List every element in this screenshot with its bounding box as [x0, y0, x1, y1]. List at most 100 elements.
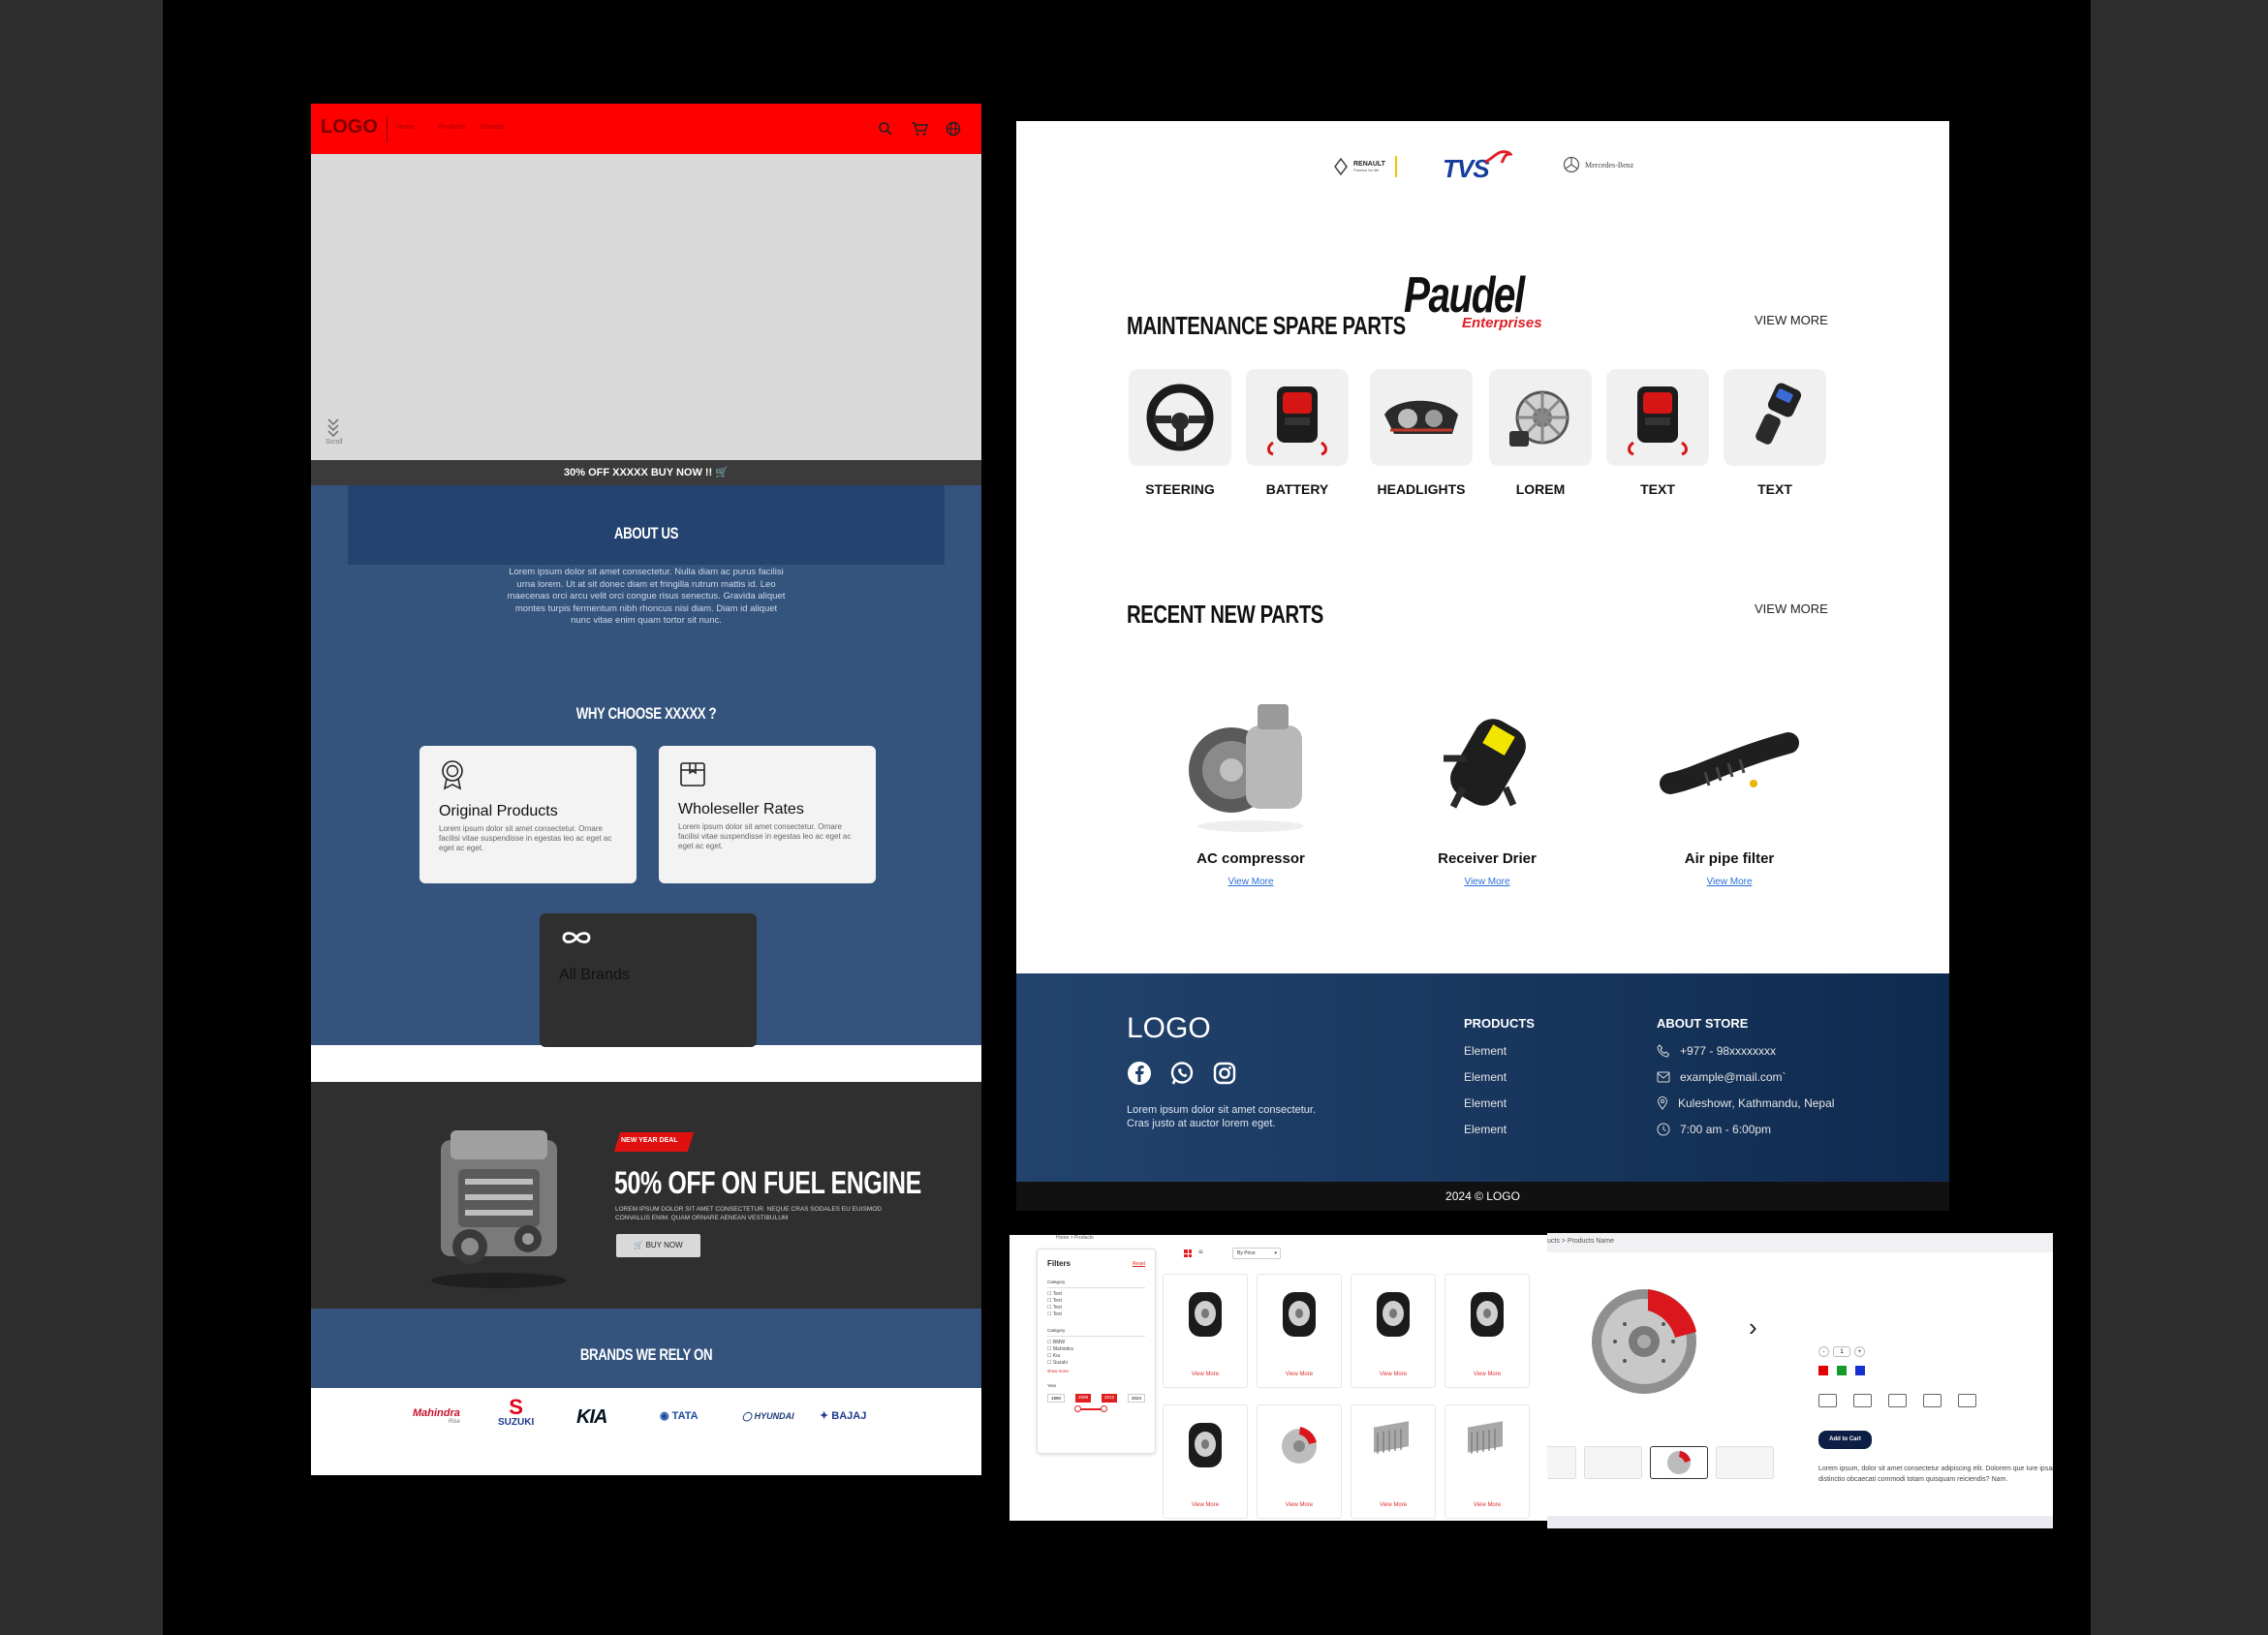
tile-view-more-link[interactable]: View More — [1164, 1502, 1247, 1508]
filter-checkbox[interactable]: ☐ BMW — [1047, 1340, 1145, 1346]
next-image-arrow-icon[interactable]: › — [1749, 1312, 1757, 1342]
tile-view-more-link[interactable]: View More — [1258, 1372, 1341, 1377]
qty-increment-button[interactable]: + — [1854, 1346, 1865, 1357]
facebook-icon[interactable] — [1127, 1061, 1152, 1086]
qty-value[interactable]: 1 — [1833, 1346, 1850, 1357]
filter-checkbox[interactable]: ☐ Text — [1047, 1291, 1145, 1298]
maintenance-view-more[interactable]: VIEW MORE — [1755, 313, 1828, 327]
category-battery[interactable]: BATTERY — [1246, 369, 1349, 497]
tile-view-more-link[interactable]: View More — [1164, 1372, 1247, 1377]
quantity-stepper[interactable]: - 1 + — [1818, 1346, 1865, 1357]
tile-view-more-link[interactable]: View More — [1445, 1502, 1529, 1508]
footer-address: Kuleshowr, Kathmandu, Nepal — [1678, 1096, 1835, 1110]
brand-kia[interactable]: KIA — [576, 1406, 607, 1429]
category-text-2[interactable]: TEXT — [1724, 369, 1826, 497]
globe-icon[interactable] — [946, 121, 961, 137]
sort-select[interactable]: By Price ▾ — [1232, 1248, 1281, 1259]
partner-tvs[interactable]: TVS — [1443, 154, 1490, 184]
card-original-products[interactable]: Original Products Lorem ipsum dolor sit … — [419, 746, 637, 883]
buy-now-button[interactable]: 🛒 BUY NOW — [616, 1234, 700, 1257]
product-tile[interactable]: View More — [1351, 1404, 1436, 1519]
product-air-pipe-filter[interactable]: Air pipe filter View More — [1632, 691, 1826, 887]
instagram-icon[interactable] — [1212, 1061, 1237, 1086]
filter-checkbox[interactable]: ☐ Text — [1047, 1311, 1145, 1318]
nav-link-contact[interactable]: Contact — [481, 124, 504, 131]
gallery-thumb[interactable] — [1716, 1446, 1774, 1479]
tile-view-more-link[interactable]: View More — [1351, 1502, 1435, 1508]
product-view-more-link[interactable]: View More — [1390, 877, 1584, 887]
filter-checkbox[interactable]: ☐ Suzuki — [1047, 1360, 1145, 1367]
gallery-thumb-active[interactable] — [1650, 1446, 1708, 1479]
filter-checkbox[interactable]: ☐ Mahindra — [1047, 1346, 1145, 1353]
gallery-thumb[interactable] — [1584, 1446, 1642, 1479]
gallery-thumb[interactable] — [1547, 1446, 1576, 1479]
product-tile[interactable]: View More — [1351, 1274, 1436, 1388]
footer-product-link[interactable]: Element — [1464, 1044, 1535, 1058]
size-option[interactable] — [1853, 1394, 1872, 1407]
category-lorem[interactable]: LOREM — [1489, 369, 1592, 497]
partner-renault[interactable]: RENAULT Passion for life — [1334, 156, 1397, 177]
list-view-icon[interactable]: ≡ — [1198, 1249, 1203, 1256]
whatsapp-icon[interactable] — [1169, 1061, 1195, 1086]
product-view-more-link[interactable]: View More — [1154, 877, 1348, 887]
search-icon[interactable] — [878, 121, 893, 137]
brand-suzuki[interactable]: S SUZUKI — [498, 1397, 534, 1429]
product-tile[interactable]: View More — [1257, 1404, 1342, 1519]
cart-icon[interactable] — [911, 121, 928, 137]
color-swatch-red[interactable] — [1818, 1366, 1828, 1375]
year-slider[interactable] — [1047, 1404, 1145, 1414]
size-option[interactable] — [1958, 1394, 1976, 1407]
product-tile[interactable]: View More — [1445, 1404, 1530, 1519]
detail-breadcrumb[interactable]: ucts > Products Name — [1547, 1238, 1614, 1245]
nav-logo[interactable]: LOGO — [321, 116, 378, 139]
product-view-more-link[interactable]: View More — [1632, 877, 1826, 887]
why-title: WHY CHOOSE XXXXX ? — [575, 704, 717, 723]
partner-mercedes[interactable]: Mercedes-Benz — [1563, 156, 1633, 173]
qty-decrement-button[interactable]: - — [1818, 1346, 1829, 1357]
footer-product-link[interactable]: Element — [1464, 1070, 1535, 1084]
brand-bajaj[interactable]: ✦ BAJAJ — [820, 1409, 866, 1422]
nav-link-products[interactable]: Products — [439, 124, 466, 131]
color-swatch-blue[interactable] — [1855, 1366, 1865, 1375]
size-option[interactable] — [1818, 1394, 1837, 1407]
filter-checkbox[interactable]: ☐ Text — [1047, 1305, 1145, 1311]
color-swatch-green[interactable] — [1837, 1366, 1847, 1375]
scroll-chevrons-icon[interactable] — [326, 417, 340, 437]
product-tile[interactable]: View More — [1163, 1404, 1248, 1519]
category-steering[interactable]: STEERING — [1129, 369, 1231, 497]
category-text-1[interactable]: TEXT — [1606, 369, 1709, 497]
listing-breadcrumb[interactable]: Home > Products — [1056, 1235, 1094, 1241]
product-tile[interactable]: View More — [1445, 1274, 1530, 1388]
size-option[interactable] — [1888, 1394, 1907, 1407]
product-receiver-drier[interactable]: Receiver Drier View More — [1390, 691, 1584, 887]
tile-view-more-link[interactable]: View More — [1351, 1372, 1435, 1377]
promo-strip[interactable]: 30% OFF XXXXX BUY NOW !! 🛒 — [311, 460, 981, 485]
grid-view-icon[interactable] — [1184, 1249, 1192, 1257]
footer-logo[interactable]: LOGO — [1127, 1012, 1211, 1045]
category-headlights[interactable]: HEADLIGHTS — [1370, 369, 1473, 497]
tile-view-more-link[interactable]: View More — [1258, 1502, 1341, 1508]
product-tile[interactable]: View More — [1257, 1274, 1342, 1388]
tile-view-more-link[interactable]: View More — [1445, 1372, 1529, 1377]
card-wholeseller-rates[interactable]: Wholeseller Rates Lorem ipsum dolor sit … — [659, 746, 876, 883]
deal-tag-text: NEW YEAR DEAL — [621, 1137, 678, 1144]
filter-checkbox[interactable]: ☐ Kia — [1047, 1353, 1145, 1360]
footer-product-link[interactable]: Element — [1464, 1123, 1535, 1136]
year-range-label: Year — [1047, 1383, 1057, 1388]
brand-hyundai[interactable]: ◯ HYUNDAI — [742, 1411, 794, 1422]
filters-show-more[interactable]: show more — [1047, 1369, 1145, 1373]
product-tile[interactable]: View More — [1163, 1274, 1248, 1388]
size-option[interactable] — [1923, 1394, 1942, 1407]
brand-mahindra[interactable]: Mahindra Rise — [413, 1407, 460, 1425]
card-all-brands[interactable]: All Brands — [540, 913, 757, 1047]
renault-diamond-icon — [1334, 158, 1348, 175]
brand-tata[interactable]: ◉ TATA — [660, 1409, 699, 1422]
recent-view-more[interactable]: VIEW MORE — [1755, 602, 1828, 616]
product-ac-compressor[interactable]: AC compressor View More — [1154, 691, 1348, 887]
nav-link-home[interactable]: Home — [396, 124, 415, 131]
tire-stack-image — [1189, 1423, 1222, 1467]
add-to-cart-button[interactable]: Add to Cart — [1818, 1431, 1872, 1449]
footer-product-link[interactable]: Element — [1464, 1096, 1535, 1110]
filters-reset-link[interactable]: Reset — [1133, 1261, 1145, 1267]
filter-checkbox[interactable]: ☐ Text — [1047, 1298, 1145, 1305]
